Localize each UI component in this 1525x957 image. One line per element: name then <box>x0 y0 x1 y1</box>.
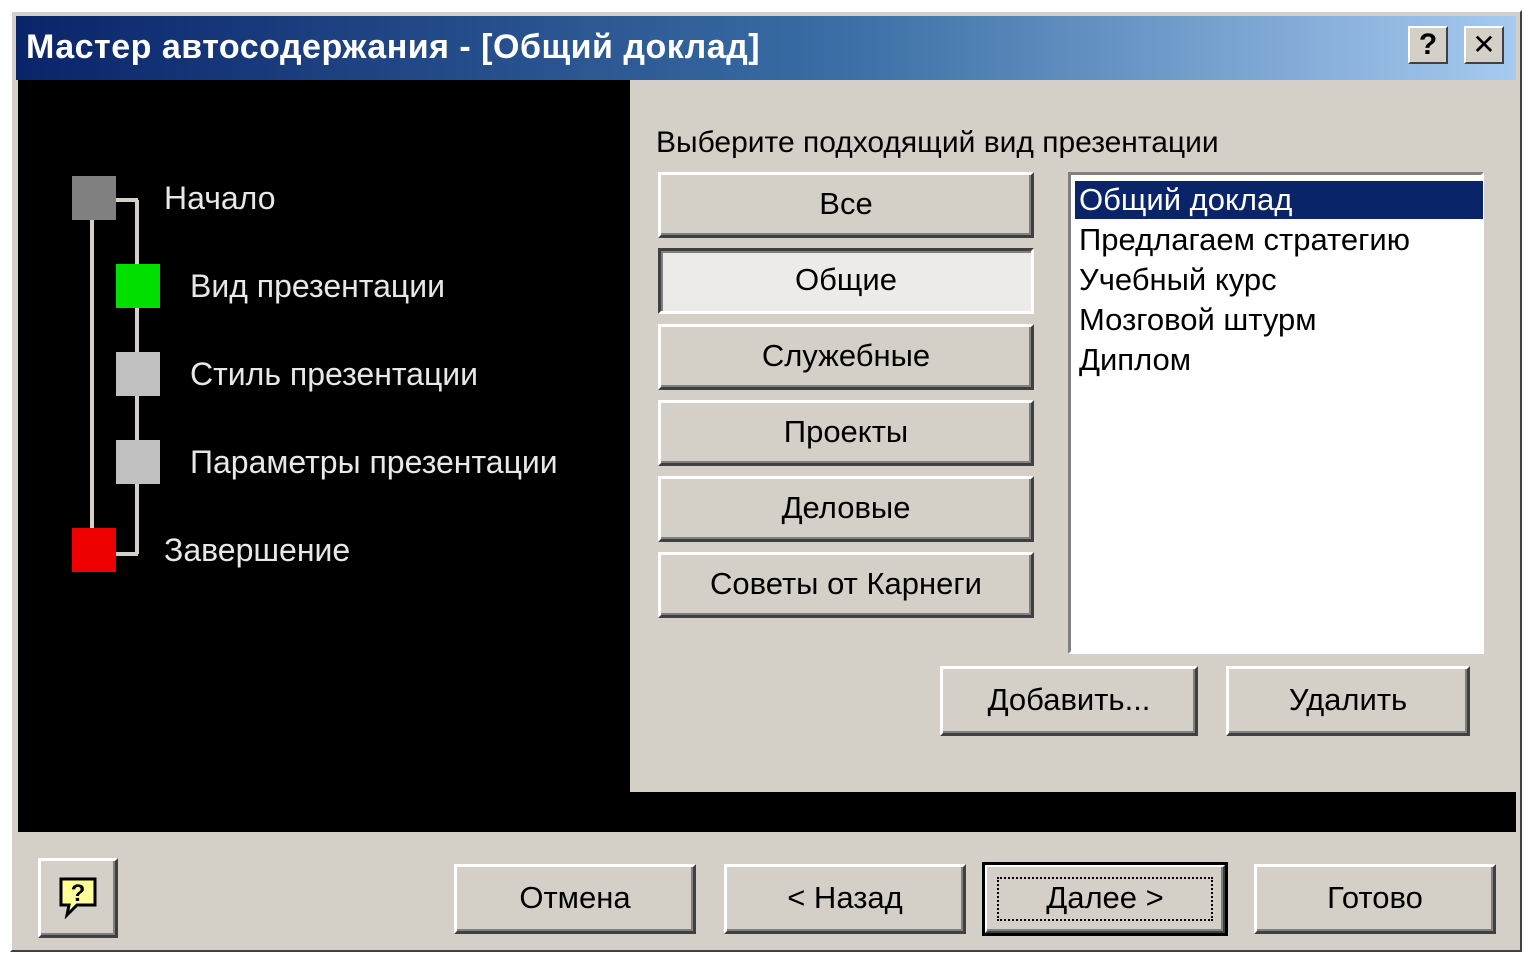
step-marker-options <box>116 440 160 484</box>
list-item[interactable]: Учебный курс <box>1075 261 1483 299</box>
presentation-type-list[interactable]: Общий доклад Предлагаем стратегию Учебны… <box>1068 172 1484 654</box>
step-label-start: Начало <box>164 180 276 216</box>
prompt-text: Выберите подходящий вид презентации <box>656 126 1219 159</box>
panel-divider <box>630 792 1516 832</box>
category-projects-button[interactable]: Проекты <box>658 400 1034 466</box>
next-button[interactable]: Далее > <box>982 862 1228 936</box>
step-marker-type <box>116 264 160 308</box>
step-label-options: Параметры презентации <box>190 444 558 480</box>
step-marker-finish <box>72 528 116 572</box>
step-marker-style <box>116 352 160 396</box>
step-label-finish: Завершение <box>164 532 351 568</box>
close-button[interactable]: ✕ <box>1464 26 1504 64</box>
step-label-type: Вид презентации <box>190 268 445 304</box>
list-item[interactable]: Общий доклад <box>1075 181 1483 219</box>
category-service-button[interactable]: Служебные <box>658 324 1034 390</box>
tree-line <box>90 200 94 554</box>
add-button[interactable]: Добавить... <box>940 666 1198 736</box>
category-all-button[interactable]: Все <box>658 172 1034 238</box>
title-help-button[interactable]: ? <box>1408 26 1448 64</box>
step-marker-start <box>72 176 116 220</box>
delete-button[interactable]: Удалить <box>1226 666 1470 736</box>
cancel-button[interactable]: Отмена <box>454 864 696 934</box>
help-button[interactable]: ? <box>38 858 118 938</box>
title-bar: Мастер автосодержания - [Общий доклад] ?… <box>16 16 1516 80</box>
autocontent-wizard-dialog: Мастер автосодержания - [Общий доклад] ?… <box>10 10 1522 952</box>
list-item[interactable]: Мозговой штурм <box>1075 301 1483 339</box>
window-title: Мастер автосодержания - [Общий доклад] <box>26 28 761 66</box>
focus-rectangle <box>997 877 1213 921</box>
category-carnegie-button[interactable]: Советы от Карнеги <box>658 552 1034 618</box>
category-business-button[interactable]: Деловые <box>658 476 1034 542</box>
help-balloon-icon: ? <box>59 877 97 919</box>
finish-button[interactable]: Готово <box>1254 864 1496 934</box>
list-item[interactable]: Предлагаем стратегию <box>1075 221 1483 259</box>
category-general-button[interactable]: Общие <box>658 248 1034 314</box>
svg-text:?: ? <box>71 880 86 907</box>
list-item[interactable]: Диплом <box>1075 341 1483 379</box>
back-button[interactable]: < Назад <box>724 864 966 934</box>
step-label-style: Стиль презентации <box>190 356 479 392</box>
steps-panel: Начало Вид презентации Стиль презентации… <box>18 80 630 832</box>
content-panel: Выберите подходящий вид презентации Все … <box>630 80 1516 792</box>
